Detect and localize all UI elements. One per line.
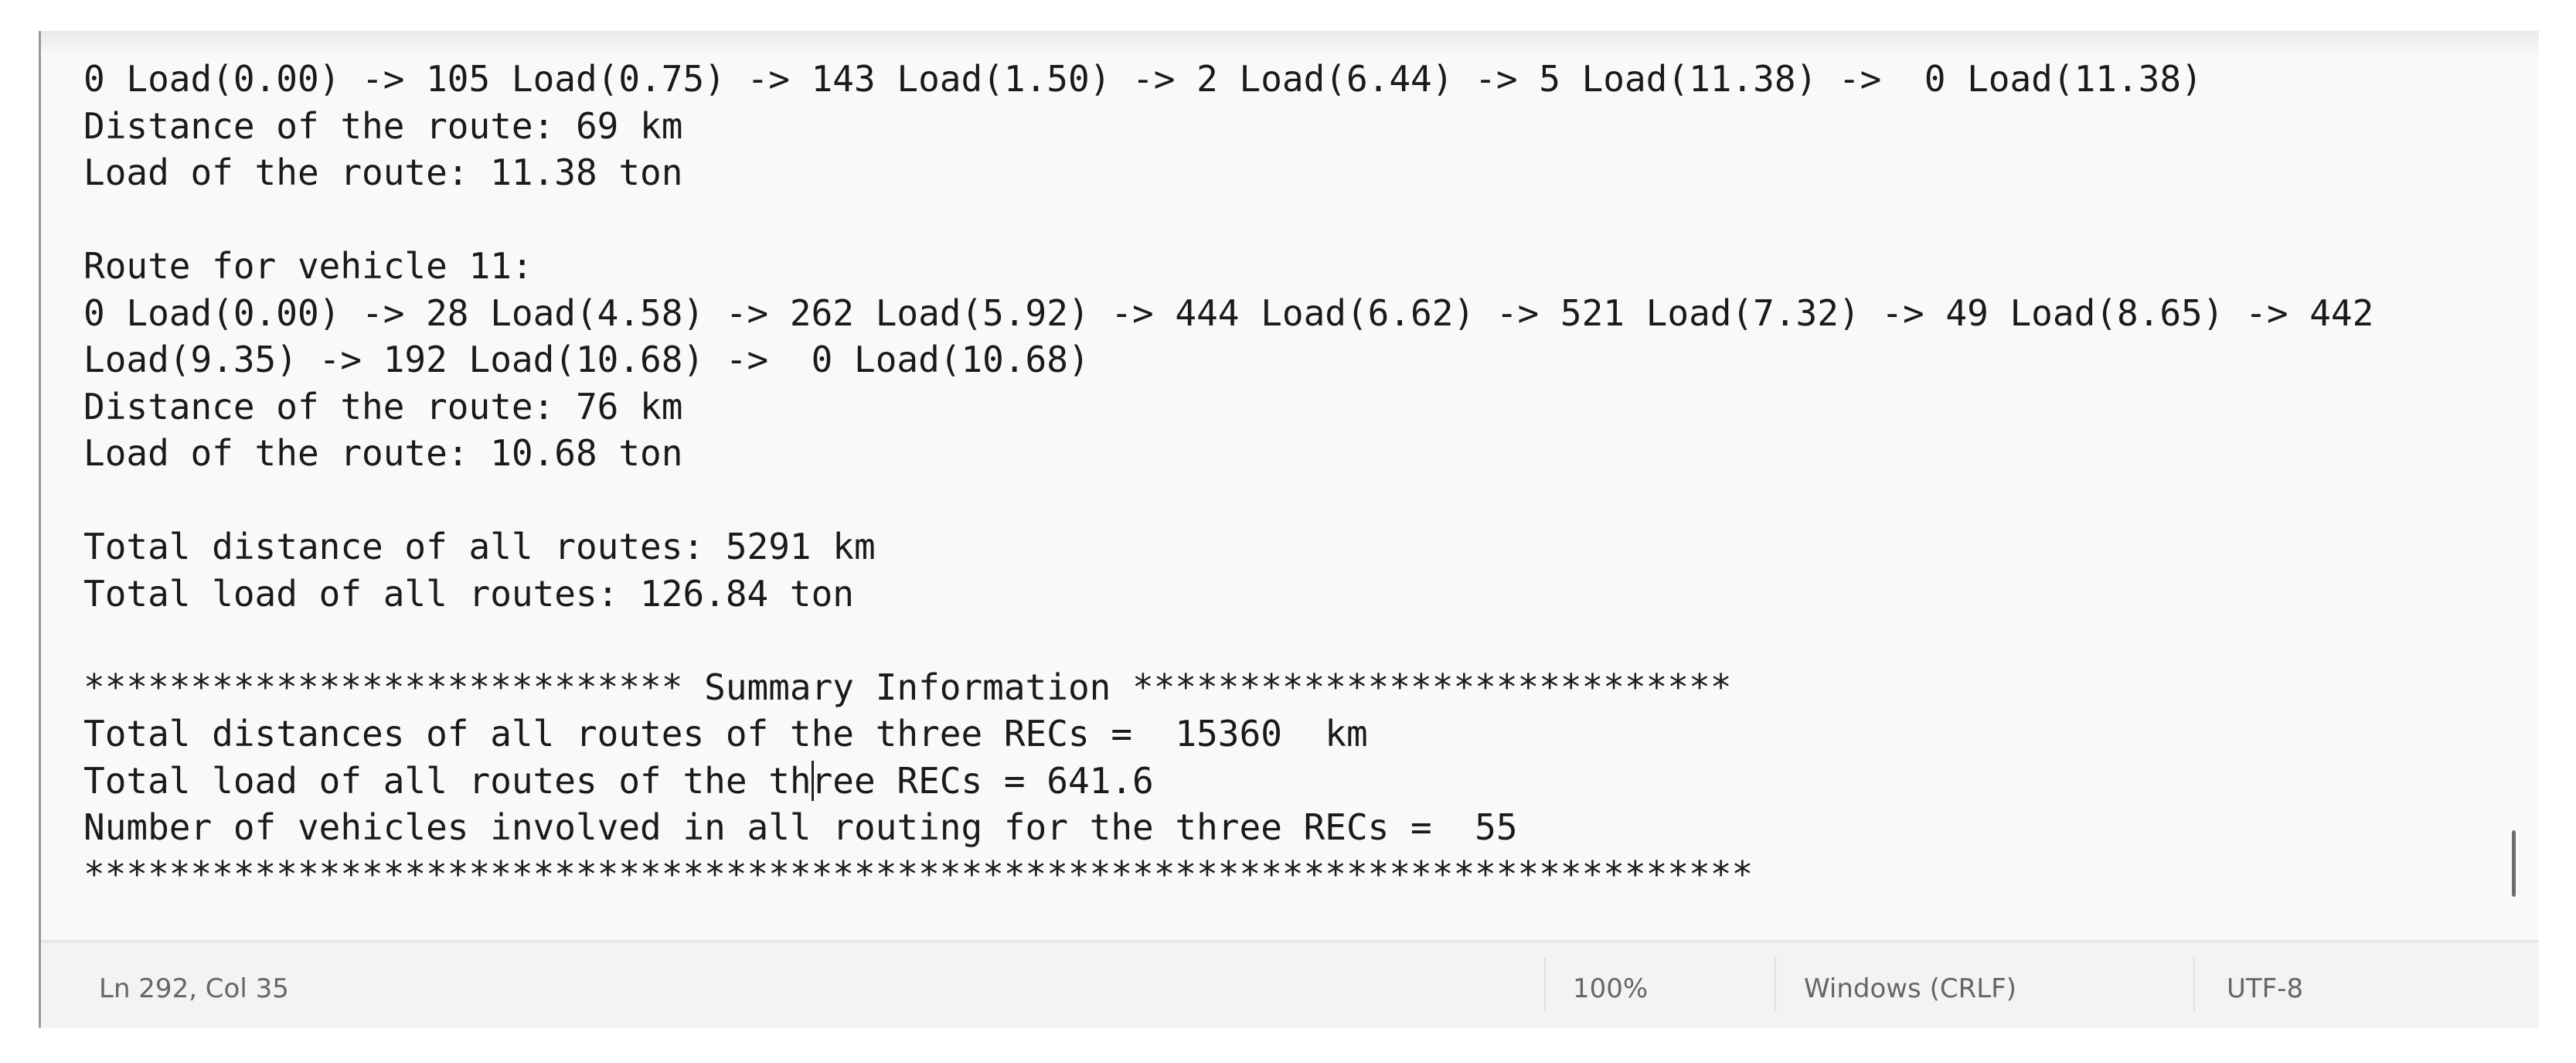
text-line xyxy=(83,617,2493,664)
divider xyxy=(1775,958,1776,1012)
text-line: **************************** Summary Inf… xyxy=(83,666,1732,708)
text-line: Load of the route: 10.68 ton xyxy=(83,432,683,474)
vertical-scrollbar[interactable] xyxy=(2512,830,2516,897)
text-line xyxy=(83,477,2493,524)
text-line: 0 Load(0.00) -> 105 Load(0.75) -> 143 Lo… xyxy=(83,58,2203,100)
text-line: ****************************************… xyxy=(83,853,1754,895)
zoom-level[interactable]: 100% xyxy=(1573,973,1648,1004)
text-line: Total distance of all routes: 5291 km xyxy=(83,526,876,567)
text-cursor xyxy=(811,760,814,801)
divider xyxy=(2193,958,2195,1012)
text-line: Number of vehicles involved in all routi… xyxy=(83,806,1518,848)
toolbar-strip xyxy=(41,31,2539,51)
notepad-window: 0 Load(0.00) -> 105 Load(0.75) -> 143 Lo… xyxy=(39,31,2539,1028)
text-line: Distance of the route: 69 km xyxy=(83,104,683,147)
cursor-position: Ln 292, Col 35 xyxy=(99,973,289,1004)
text-editor[interactable]: 0 Load(0.00) -> 105 Load(0.75) -> 143 Lo… xyxy=(83,56,2493,906)
text-line xyxy=(83,196,2493,244)
text-line: Distance of the route: 76 km xyxy=(83,385,683,428)
line-ending[interactable]: Windows (CRLF) xyxy=(1804,973,2016,1004)
text-line: 0 Load(0.00) -> 28 Load(4.58) -> 262 Loa… xyxy=(83,291,2374,334)
encoding[interactable]: UTF-8 xyxy=(2227,973,2303,1004)
text-line: Route for vehicle 11: xyxy=(83,245,533,287)
divider xyxy=(1544,958,1546,1012)
text-line: Total distances of all routes of the thr… xyxy=(83,713,1368,755)
text-line: Total load of all routes: 126.84 ton xyxy=(83,572,854,615)
text-line: Load(9.35) -> 192 Load(10.68) -> 0 Load(… xyxy=(83,339,1090,380)
text-line: Total load of all routes of the three RE… xyxy=(83,759,1154,802)
status-bar: Ln 292, Col 35 100% Windows (CRLF) UTF-8 xyxy=(41,940,2539,1028)
text-line: Load of the route: 11.38 ton xyxy=(83,152,683,193)
